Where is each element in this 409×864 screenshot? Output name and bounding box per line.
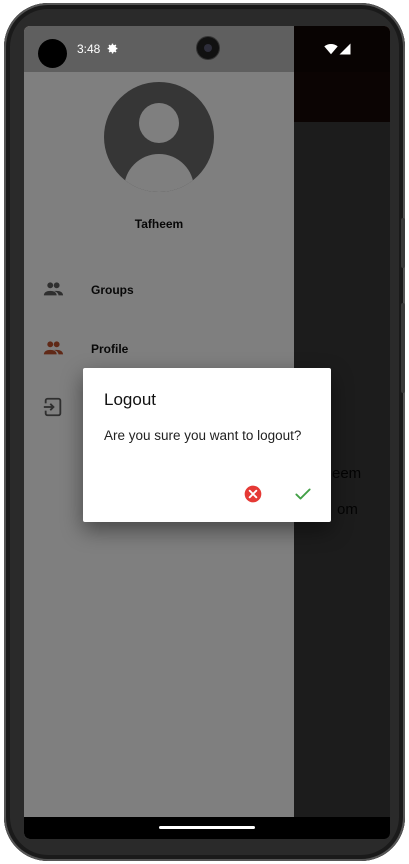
notification-dot: [38, 39, 67, 68]
cancel-button[interactable]: [239, 480, 267, 508]
status-bar: 3:48: [24, 26, 390, 72]
cellular-signal-icon: [339, 43, 351, 55]
dialog-title: Logout: [104, 390, 156, 409]
status-time: 3:48: [77, 42, 101, 56]
cancel-circle-icon: [244, 485, 262, 503]
check-icon: [295, 488, 311, 500]
home-gesture-handle[interactable]: [159, 826, 255, 829]
screen: eem om Tafheem Groups: [24, 26, 390, 839]
power-button: [401, 303, 405, 393]
phone-frame: eem om Tafheem Groups: [4, 3, 405, 861]
dialog-message: Are you sure you want to logout?: [104, 428, 302, 443]
status-icons: [324, 42, 352, 56]
wifi-icon: [324, 44, 338, 55]
logout-dialog: Logout Are you sure you want to logout?: [83, 368, 331, 522]
camera-cutout: [197, 37, 219, 59]
system-navigation-bar: [24, 817, 390, 839]
volume-button: [401, 218, 405, 268]
gear-icon: [107, 43, 118, 54]
confirm-button[interactable]: [289, 480, 317, 508]
